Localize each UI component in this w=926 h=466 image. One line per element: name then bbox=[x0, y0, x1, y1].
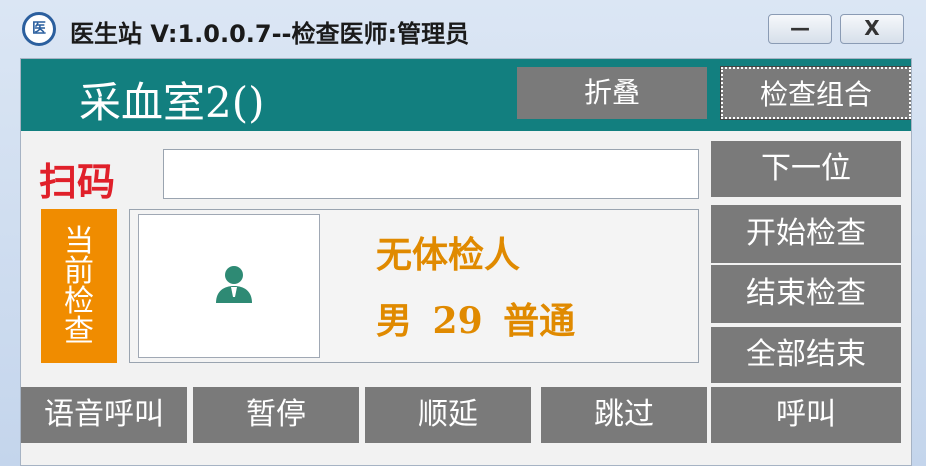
pause-button[interactable]: 暂停 bbox=[193, 387, 359, 443]
start-exam-button[interactable]: 开始检查 bbox=[711, 205, 901, 263]
patient-panel: 无体检人 男 29 普通 bbox=[129, 209, 699, 363]
room-title: 采血室2() bbox=[79, 78, 265, 127]
postpone-button[interactable]: 顺延 bbox=[365, 387, 531, 443]
current-exam-tag: 当前检查 bbox=[41, 209, 117, 363]
fold-button[interactable]: 折叠 bbox=[517, 67, 707, 119]
current-exam-tag-label: 当前检查 bbox=[64, 224, 94, 349]
user-avatar-icon bbox=[216, 266, 252, 303]
skip-button[interactable]: 跳过 bbox=[541, 387, 707, 443]
app-logo-icon: 医 bbox=[22, 12, 56, 46]
close-button[interactable]: X bbox=[840, 14, 904, 44]
scan-input[interactable] bbox=[163, 149, 699, 199]
patient-info: 男 29 普通 bbox=[376, 300, 576, 342]
title-bar[interactable]: 医 医生站 V:1.0.0.7--检查医师:管理员 — X bbox=[0, 0, 926, 58]
main-panel: 采血室2() 折叠 检查组合 扫码 下一位 开始检查 结束检查 全部结束 当前检… bbox=[20, 58, 912, 466]
end-all-button[interactable]: 全部结束 bbox=[711, 327, 901, 383]
scan-label: 扫码 bbox=[39, 159, 116, 204]
header-bar: 采血室2() 折叠 检查组合 bbox=[21, 59, 911, 131]
end-exam-button[interactable]: 结束检查 bbox=[711, 265, 901, 323]
minimize-button[interactable]: — bbox=[768, 14, 832, 44]
patient-photo bbox=[138, 214, 320, 358]
app-window: 医 医生站 V:1.0.0.7--检查医师:管理员 — X 采血室2() 折叠 … bbox=[0, 0, 926, 466]
next-patient-button[interactable]: 下一位 bbox=[711, 141, 901, 197]
voice-call-button[interactable]: 语音呼叫 bbox=[21, 387, 187, 443]
exam-combo-button[interactable]: 检查组合 bbox=[720, 66, 911, 120]
patient-name: 无体检人 bbox=[376, 234, 521, 276]
window-title: 医生站 V:1.0.0.7--检查医师:管理员 bbox=[70, 20, 470, 48]
call-button[interactable]: 呼叫 bbox=[711, 387, 901, 443]
